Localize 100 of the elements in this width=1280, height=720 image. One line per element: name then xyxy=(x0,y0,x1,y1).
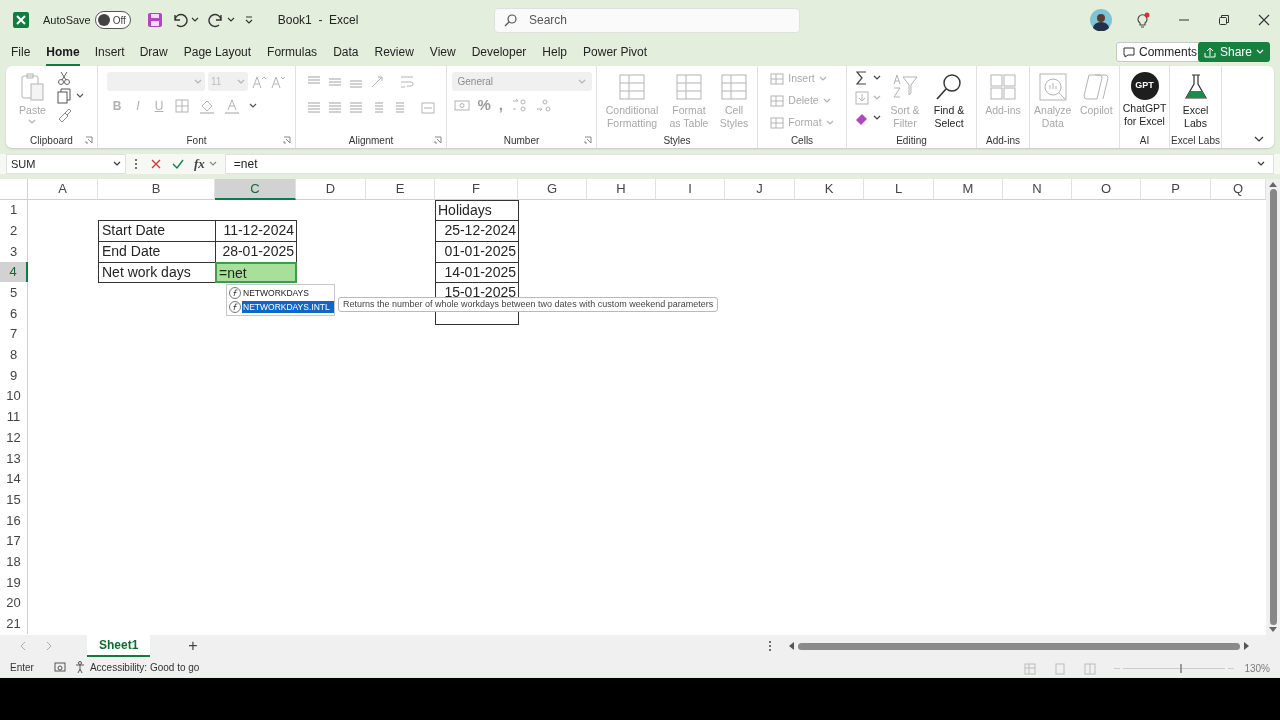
scroll-right-icon[interactable] xyxy=(1244,642,1250,650)
function-icon xyxy=(229,301,241,313)
copy-icon[interactable] xyxy=(55,88,72,104)
column-header[interactable]: C xyxy=(215,179,296,200)
column-header[interactable]: I xyxy=(656,179,725,200)
ribbon-tab[interactable]: Developer xyxy=(471,40,527,66)
chevron-down-icon[interactable] xyxy=(226,17,235,23)
column-header[interactable]: D xyxy=(296,179,366,200)
chevron-down-icon[interactable] xyxy=(190,17,199,23)
column-header[interactable]: O xyxy=(1072,179,1141,200)
more-options-icon[interactable] xyxy=(134,158,138,170)
orientation-icon[interactable] xyxy=(369,74,385,90)
sheet-tab[interactable]: Sheet1 xyxy=(87,635,151,657)
column-header[interactable]: B xyxy=(98,179,215,200)
column-header[interactable]: A xyxy=(28,179,98,200)
search-icon xyxy=(934,72,964,102)
save-icon[interactable] xyxy=(146,12,163,28)
wrap-text-icon[interactable] xyxy=(399,74,415,90)
name-box[interactable]: SUM xyxy=(6,154,126,174)
column-header[interactable]: H xyxy=(587,179,656,200)
borders-icon[interactable] xyxy=(174,98,190,114)
enter-icon[interactable] xyxy=(172,158,184,170)
dialog-launcher-icon[interactable] xyxy=(85,136,93,144)
ribbon-command[interactable]: Excel Labs xyxy=(1175,70,1216,130)
previous-sheet-icon[interactable] xyxy=(20,641,26,651)
ribbon-tab[interactable]: Help xyxy=(542,40,568,66)
scroll-up-icon[interactable] xyxy=(1269,181,1277,187)
ribbon-tab[interactable]: Review xyxy=(374,40,414,66)
customize-toolbar-icon[interactable] xyxy=(243,15,254,25)
avatar-icon[interactable] xyxy=(1090,9,1112,31)
scrollbar-thumb[interactable] xyxy=(1269,189,1277,625)
font-color-icon[interactable] xyxy=(224,98,240,114)
add-sheet-button[interactable]: + xyxy=(188,638,198,654)
ribbon-tab[interactable]: Formulas xyxy=(267,40,318,66)
column-header[interactable]: N xyxy=(1003,179,1072,200)
row-header[interactable]: 4 xyxy=(0,261,28,283)
dialog-launcher-icon[interactable] xyxy=(434,136,442,144)
autocomplete-item[interactable]: NETWORKDAYS xyxy=(227,286,334,300)
ribbon-tab[interactable]: Data xyxy=(333,40,359,66)
next-sheet-icon[interactable] xyxy=(46,641,52,651)
scroll-left-icon[interactable] xyxy=(788,642,794,650)
ribbon-tab[interactable]: View xyxy=(429,40,456,66)
chevron-down-icon[interactable] xyxy=(873,115,881,121)
chevron-down-icon[interactable] xyxy=(873,75,881,81)
vertical-scrollbar[interactable] xyxy=(1266,179,1280,635)
ribbon-command[interactable]: GPT ChatGPT for Excel xyxy=(1122,70,1167,128)
ribbon-tab[interactable]: Page Layout xyxy=(183,40,252,66)
chevron-down-icon[interactable] xyxy=(1257,161,1265,167)
zoom-slider-thumb[interactable] xyxy=(1179,664,1182,673)
increase-decimal-icon[interactable] xyxy=(511,97,527,113)
dialog-launcher-icon[interactable] xyxy=(584,136,592,144)
column-header[interactable]: Q xyxy=(1211,179,1266,200)
macro-recording-icon[interactable] xyxy=(53,661,66,673)
table-cell: 14-01-2025 xyxy=(435,261,519,284)
dialog-launcher-icon[interactable] xyxy=(283,136,291,144)
column-header[interactable]: K xyxy=(795,179,864,200)
chevron-down-icon[interactable] xyxy=(113,161,121,167)
chevron-down-icon[interactable] xyxy=(249,103,257,109)
more-options-icon[interactable] xyxy=(768,640,772,652)
collapse-ribbon-icon[interactable] xyxy=(1254,136,1264,142)
add-ins-icon xyxy=(988,72,1018,102)
column-header[interactable]: J xyxy=(725,179,795,200)
undo-icon[interactable] xyxy=(171,12,188,28)
close-icon[interactable] xyxy=(1258,14,1270,26)
search-field[interactable]: Search xyxy=(494,7,800,33)
insert-function-button[interactable]: fx xyxy=(194,154,205,174)
zoom-level[interactable]: 130% xyxy=(1244,661,1270,676)
ribbon-tab[interactable]: File xyxy=(11,40,31,66)
status-mode: Enter xyxy=(10,660,34,675)
fill-color-icon[interactable] xyxy=(199,98,215,114)
copilot-icon xyxy=(1081,72,1112,102)
accounting-format-icon[interactable] xyxy=(453,97,470,113)
scrollbar-thumb[interactable] xyxy=(798,642,1240,650)
cut-icon[interactable] xyxy=(55,70,72,86)
decrease-decimal-icon[interactable] xyxy=(535,97,551,113)
share-button[interactable]: Share xyxy=(1197,42,1270,62)
restore-icon[interactable] xyxy=(1218,14,1230,26)
column-header[interactable]: F xyxy=(435,179,518,200)
column-header[interactable]: E xyxy=(366,179,435,200)
ribbon-command[interactable]: Find & Select xyxy=(929,70,969,130)
redo-icon[interactable] xyxy=(207,12,224,28)
lightbulb-icon[interactable] xyxy=(1136,12,1150,28)
column-header[interactable]: P xyxy=(1141,179,1211,200)
ribbon-tab[interactable]: Draw xyxy=(139,40,168,66)
ribbon-tab[interactable]: Power Pivot xyxy=(583,40,648,66)
formula-field[interactable]: =net xyxy=(224,154,1274,174)
scroll-down-icon[interactable] xyxy=(1269,627,1277,633)
column-header[interactable]: L xyxy=(864,179,934,200)
font-name-field[interactable] xyxy=(107,72,205,91)
column-header[interactable]: G xyxy=(518,179,587,200)
autosave-toggle[interactable]: Off xyxy=(94,11,131,29)
cancel-icon[interactable] xyxy=(150,158,162,170)
accessibility-icon[interactable] xyxy=(74,661,87,673)
ribbon-tab[interactable]: Insert xyxy=(94,40,125,66)
cell-editor[interactable]: =net xyxy=(215,261,297,284)
format-as-table-icon xyxy=(674,72,704,102)
column-header[interactable]: M xyxy=(934,179,1003,200)
horizontal-scrollbar[interactable] xyxy=(788,640,1250,652)
chevron-down-icon[interactable] xyxy=(75,93,84,99)
accessibility-status[interactable]: Accessibility: Good to go xyxy=(89,659,200,675)
